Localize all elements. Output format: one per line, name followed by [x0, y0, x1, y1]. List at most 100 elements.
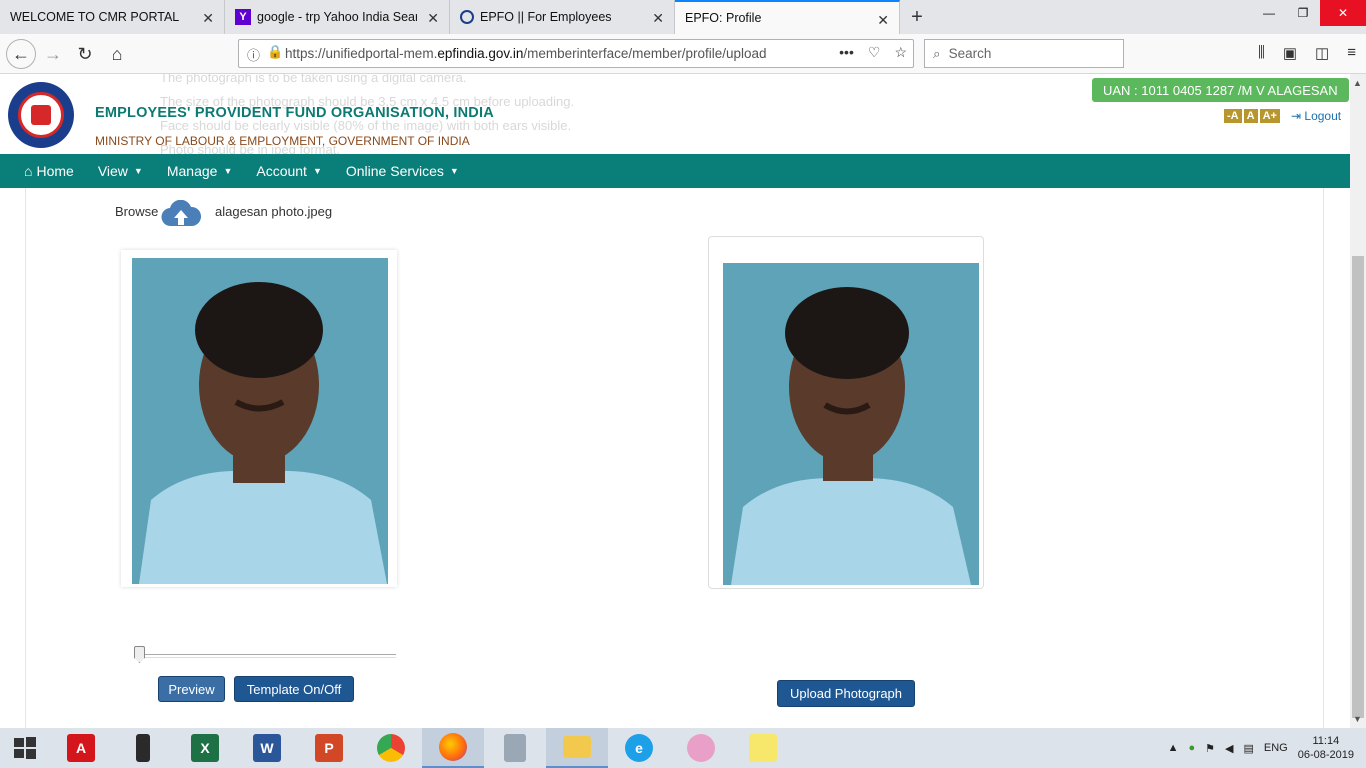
library-icon[interactable]: ⫼ — [1258, 44, 1265, 62]
powerpoint-icon[interactable]: P — [298, 728, 360, 768]
window-controls: — ❐ ✕ — [1252, 0, 1366, 26]
font-normal-button[interactable]: A — [1243, 109, 1258, 123]
back-icon[interactable]: ← — [6, 39, 36, 69]
browser-nav-bar: ← → ↻ ⌂ ⓘ 🔒 https://unifiedportal-mem.ep… — [0, 34, 1366, 74]
restore-icon[interactable]: ❐ — [1286, 0, 1320, 26]
window-close-icon[interactable]: ✕ — [1320, 0, 1366, 26]
crop-photo[interactable] — [121, 250, 397, 587]
page-content: The photograph is to be taken using a di… — [0, 74, 1350, 728]
windows-start-icon[interactable] — [0, 728, 50, 768]
logout-link[interactable]: ⇥ Logout — [1291, 109, 1341, 123]
acrobat-icon[interactable]: A — [50, 728, 112, 768]
tab-title: google - trp Yahoo India Searc — [257, 10, 417, 24]
computer-icon[interactable] — [112, 728, 174, 768]
font-decrease-button[interactable]: -A — [1224, 109, 1242, 123]
sticky-notes-icon[interactable] — [732, 728, 794, 768]
caret-down-icon: ▼ — [449, 166, 459, 176]
file-explorer-icon[interactable] — [546, 728, 608, 768]
clock[interactable]: 11:14 06-08-2019 — [1298, 734, 1354, 762]
search-placeholder: Search — [948, 46, 992, 61]
main-nav: ⌂ Home View ▼ Manage ▼ Account ▼ Online Serv… — [0, 154, 1350, 188]
network-icon[interactable]: ▤ — [1243, 742, 1253, 755]
menu-icon[interactable]: ≡ — [1347, 44, 1356, 62]
reload-icon[interactable]: ↻ — [70, 39, 100, 69]
pocket-icon[interactable]: ♡ — [868, 44, 881, 61]
word-icon[interactable]: W — [236, 728, 298, 768]
system-tray: ▲ ● ⚑ ◀ ▤ ENG 11:14 06-08-2019 — [1168, 728, 1354, 768]
forward-icon[interactable]: → — [38, 39, 68, 69]
network-status-icon[interactable]: ● — [1188, 742, 1195, 754]
epfo-icon — [460, 10, 474, 24]
chrome-icon[interactable] — [360, 728, 422, 768]
yahoo-icon: Y — [235, 9, 251, 25]
font-increase-button[interactable]: A+ — [1259, 109, 1280, 123]
paint-icon[interactable] — [670, 728, 732, 768]
org-name: EMPLOYEES' PROVIDENT FUND ORGANISATION, … — [95, 105, 494, 121]
site-header: The photograph is to be taken using a di… — [0, 74, 1350, 157]
search-input[interactable]: ⌕ Search — [924, 39, 1124, 68]
home-icon: ⌂ — [24, 163, 33, 179]
tab-title: WELCOME TO CMR PORTAL — [10, 10, 180, 24]
uan-badge: UAN : 1011 0405 1287 /M V ALAGESAN — [1092, 78, 1349, 102]
url-text: https://unifiedportal-mem.epfindia.gov.i… — [285, 46, 767, 61]
home-icon[interactable]: ⌂ — [102, 39, 132, 69]
extension-icon[interactable]: ◫ — [1315, 44, 1329, 62]
font-size-controls: -A A A+ — [1224, 109, 1280, 123]
firefox-icon[interactable] — [422, 728, 484, 768]
minimize-icon[interactable]: — — [1252, 0, 1286, 26]
scrollbar-thumb[interactable] — [1352, 256, 1364, 718]
search-icon: ⌕ — [933, 45, 941, 61]
sidebar-icon[interactable]: ▣ — [1283, 44, 1297, 62]
template-toggle-button[interactable]: Template On/Off — [234, 676, 354, 702]
tray-expand-icon[interactable]: ▲ — [1168, 742, 1179, 754]
excel-icon[interactable]: X — [174, 728, 236, 768]
tab-cmr-portal[interactable]: WELCOME TO CMR PORTAL ✕ — [0, 0, 225, 34]
tab-yahoo-search[interactable]: Y google - trp Yahoo India Searc ✕ — [225, 0, 450, 34]
ministry-name: MINISTRY OF LABOUR & EMPLOYMENT, GOVERNM… — [95, 134, 470, 148]
logout-icon: ⇥ — [1291, 109, 1305, 123]
cloud-upload-icon[interactable] — [161, 199, 202, 231]
photo-preview — [708, 236, 984, 589]
close-icon[interactable]: ✕ — [877, 12, 889, 29]
more-icon[interactable]: ••• — [839, 44, 854, 61]
language-indicator[interactable]: ENG — [1264, 742, 1288, 754]
volume-icon[interactable]: ◀ — [1225, 742, 1233, 755]
scroll-up-icon[interactable]: ▲ — [1353, 78, 1362, 88]
browse-label[interactable]: Browse — [115, 204, 158, 219]
lock-icon: 🔒 — [267, 44, 284, 59]
nav-view[interactable]: View ▼ — [98, 163, 143, 179]
clock-time: 11:14 — [1312, 735, 1340, 747]
epfo-logo — [8, 82, 74, 148]
new-tab-button[interactable]: + — [900, 0, 934, 34]
caret-down-icon: ▼ — [312, 166, 322, 176]
selected-file-name: alagesan photo.jpeg — [215, 204, 333, 219]
close-icon[interactable]: ✕ — [427, 10, 439, 27]
nav-home[interactable]: ⌂ Home — [24, 163, 74, 179]
upload-photograph-button[interactable]: Upload Photograph — [777, 680, 915, 707]
nav-account[interactable]: Account ▼ — [256, 163, 322, 179]
bookmark-star-icon[interactable]: ☆ — [894, 44, 907, 61]
caret-down-icon: ▼ — [133, 166, 143, 176]
page-scrollbar[interactable]: ▲ ▼ — [1350, 74, 1366, 728]
caret-down-icon: ▼ — [223, 166, 233, 176]
close-icon[interactable]: ✕ — [202, 10, 214, 27]
close-icon[interactable]: ✕ — [652, 10, 664, 27]
tab-epfo-employees[interactable]: EPFO || For Employees ✕ — [450, 0, 675, 34]
calculator-icon[interactable] — [484, 728, 546, 768]
scroll-down-icon[interactable]: ▼ — [1353, 714, 1362, 724]
url-bar[interactable]: ⓘ 🔒 https://unifiedportal-mem.epfindia.g… — [238, 39, 914, 68]
instruction-line: The photograph is to be taken using a di… — [160, 74, 467, 85]
nav-online-services[interactable]: Online Services ▼ — [346, 163, 459, 179]
clock-date: 06-08-2019 — [1297, 749, 1354, 761]
zoom-slider[interactable] — [134, 646, 396, 663]
preview-button[interactable]: Preview — [158, 676, 225, 702]
tab-epfo-profile[interactable]: EPFO: Profile ✕ — [675, 0, 900, 34]
tab-title: EPFO || For Employees — [480, 10, 612, 24]
tab-title: EPFO: Profile — [685, 11, 762, 25]
browser-tab-bar: WELCOME TO CMR PORTAL ✕ Y google - trp Y… — [0, 0, 1366, 34]
nav-manage[interactable]: Manage ▼ — [167, 163, 233, 179]
flag-icon[interactable]: ⚑ — [1205, 742, 1215, 755]
internet-explorer-icon[interactable]: e — [608, 728, 670, 768]
windows-taskbar: A X W P e ▲ ● ⚑ ◀ ▤ ENG 11:14 06-08-2019 — [0, 728, 1366, 768]
info-icon[interactable]: ⓘ — [247, 45, 260, 64]
